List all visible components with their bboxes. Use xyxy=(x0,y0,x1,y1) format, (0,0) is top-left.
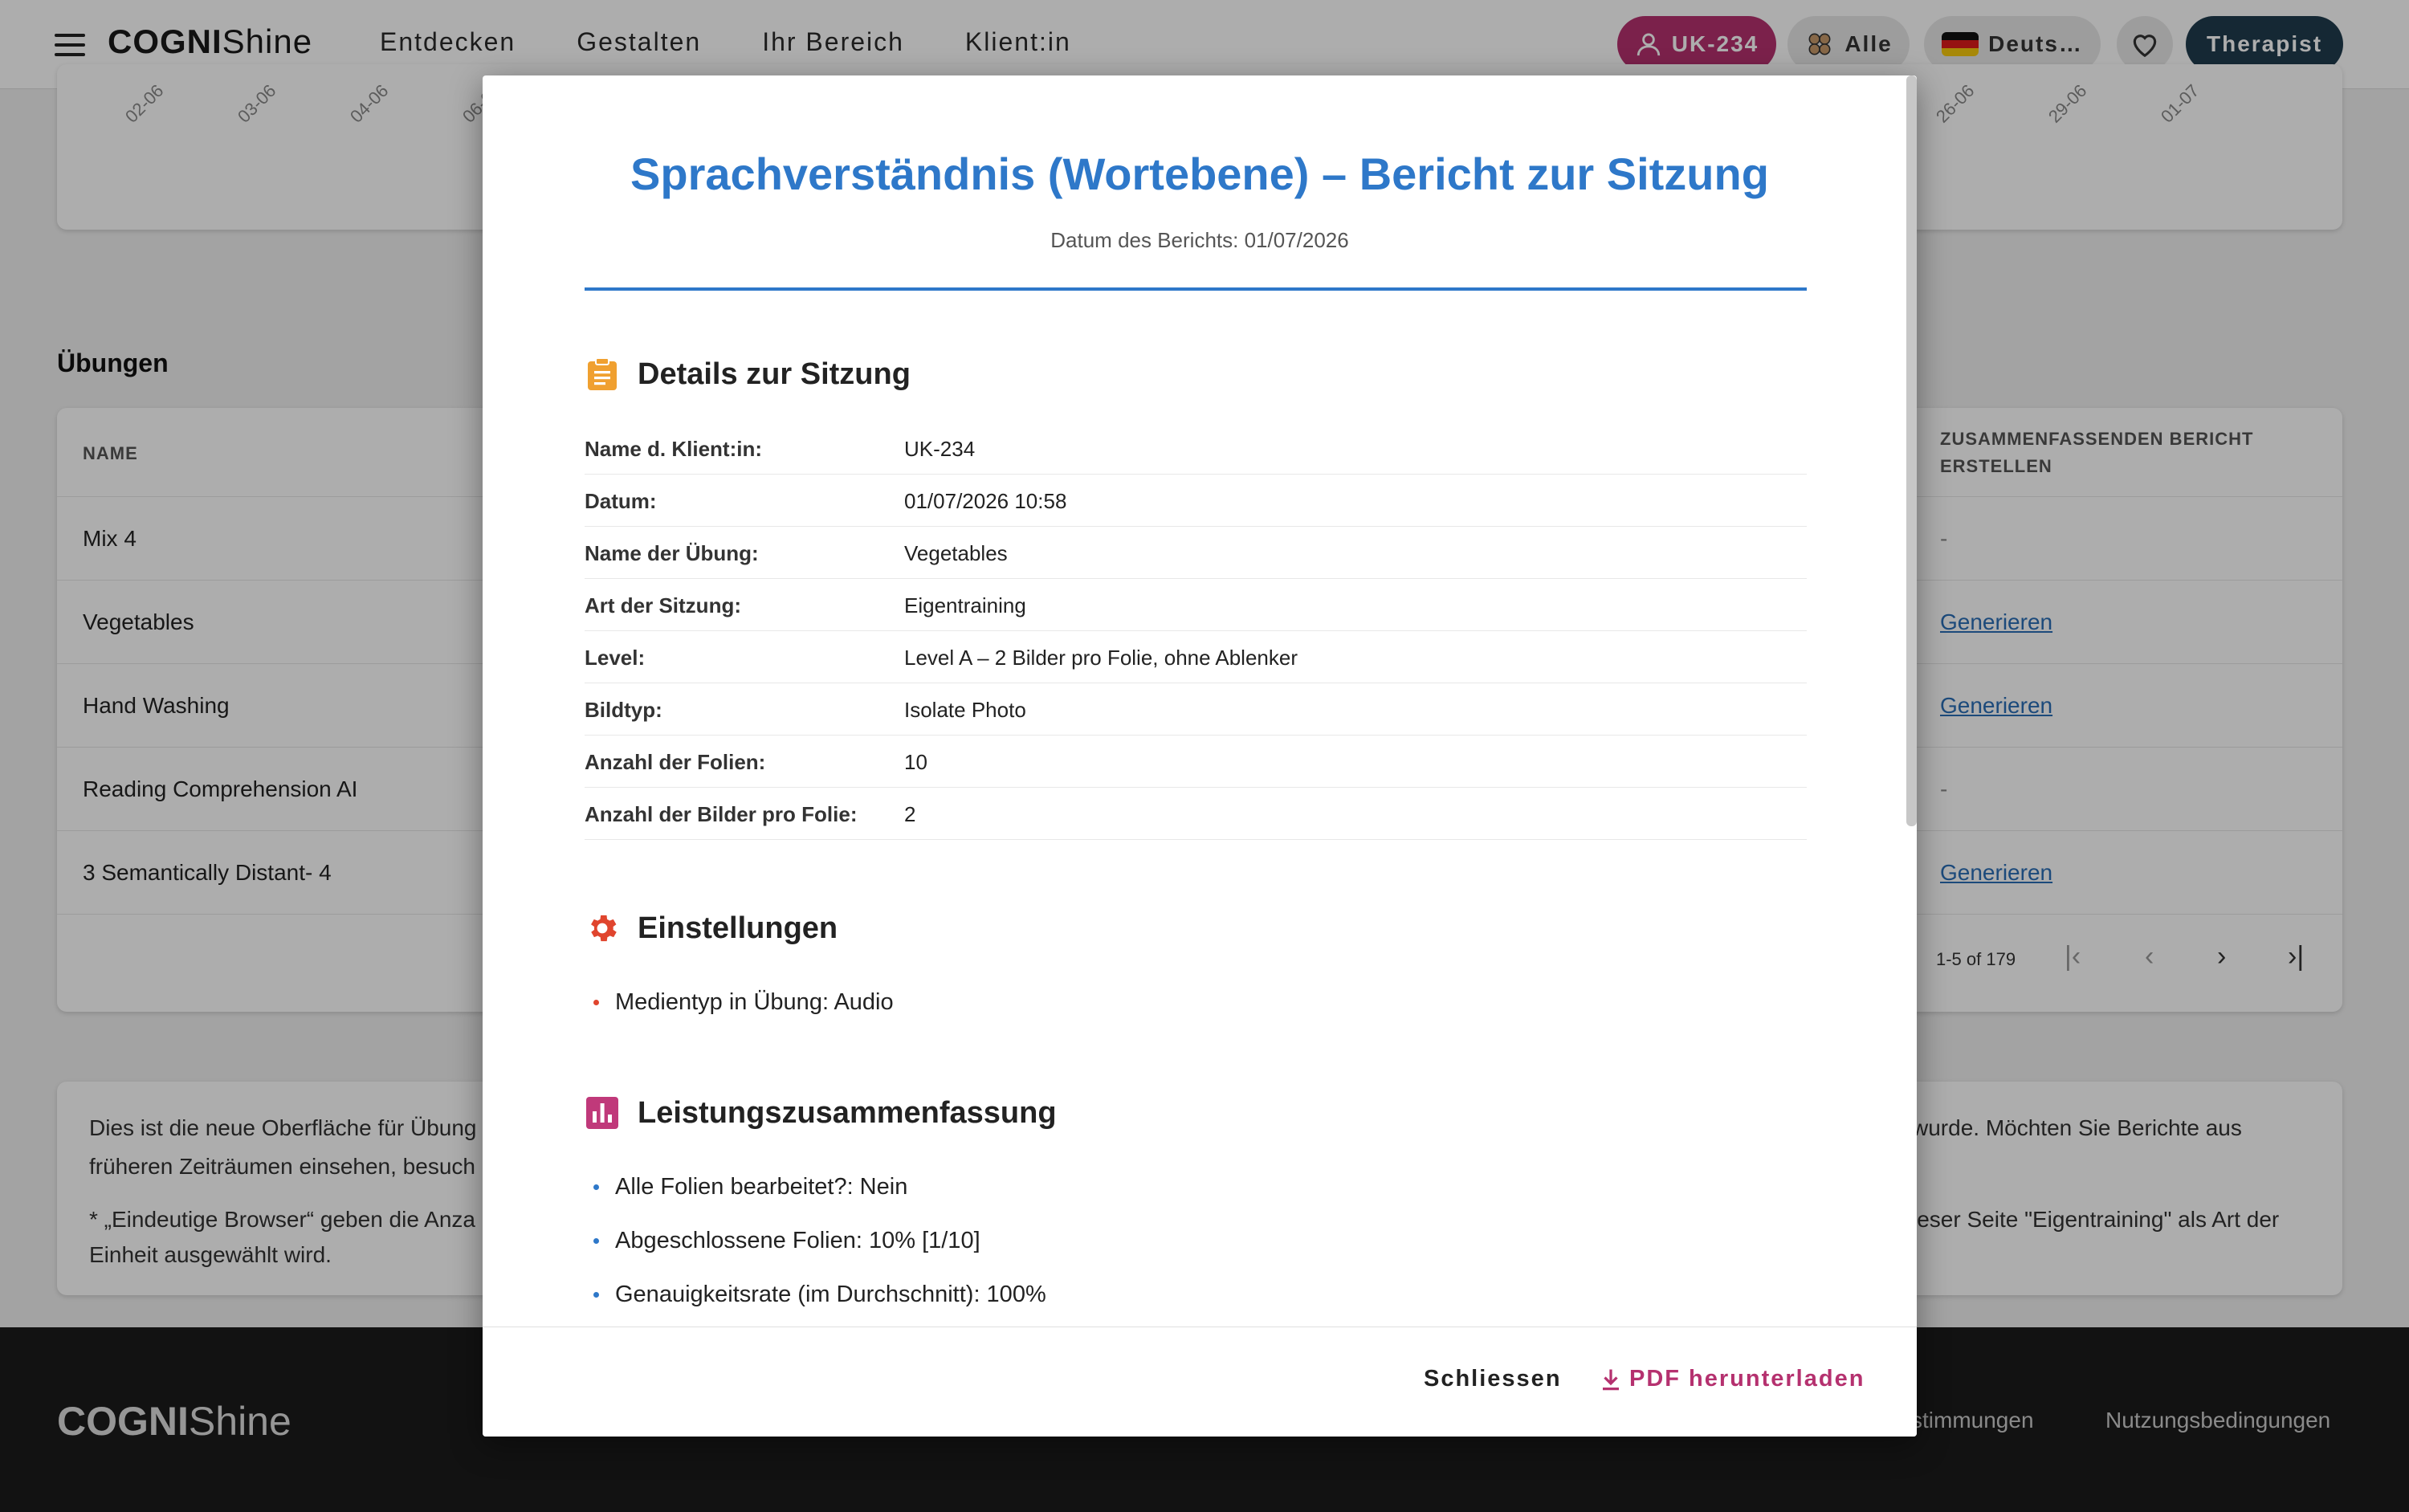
bullet-dot xyxy=(593,1184,599,1190)
performance-item-text: Genauigkeitsrate (im Durchschnitt): 100% xyxy=(615,1282,1046,1307)
details-heading: Details zur Sitzung xyxy=(585,357,911,392)
bullet-dot xyxy=(593,1238,599,1244)
title-divider xyxy=(585,287,1807,291)
download-pdf-button[interactable]: PDF herunterladen xyxy=(1600,1366,1865,1392)
detail-label: Datum: xyxy=(585,489,657,513)
performance-item: Genauigkeitsrate (im Durchschnitt): 100% xyxy=(593,1282,1046,1308)
detail-row: Name d. Klient:in: UK-234 xyxy=(585,422,1807,475)
detail-label: Name der Übung: xyxy=(585,541,759,565)
detail-value: 01/07/2026 10:58 xyxy=(904,489,1067,513)
bar-chart-icon xyxy=(585,1095,620,1131)
detail-row: Name der Übung: Vegetables xyxy=(585,527,1807,579)
performance-item: Alle Folien bearbeitet?: Nein xyxy=(593,1174,907,1200)
dialog-title: Sprachverständnis (Wortebene) – Bericht … xyxy=(630,149,1769,199)
download-pdf-label: PDF herunterladen xyxy=(1629,1366,1865,1392)
performance-heading: Leistungszusammenfassung xyxy=(585,1095,1057,1131)
bullet-dot xyxy=(593,1292,599,1298)
detail-value: 10 xyxy=(904,750,927,774)
detail-label: Level: xyxy=(585,646,646,670)
performance-item-text: Abgeschlossene Folien: 10% [1/10] xyxy=(615,1228,980,1253)
detail-value: UK-234 xyxy=(904,437,976,461)
detail-label: Anzahl der Bilder pro Folie: xyxy=(585,802,858,826)
detail-row: Art der Sitzung: Eigentraining xyxy=(585,579,1807,631)
close-button[interactable]: Schliessen xyxy=(1424,1366,1562,1392)
gear-icon xyxy=(585,911,620,946)
details-heading-text: Details zur Sitzung xyxy=(638,357,911,391)
session-report-dialog: Sprachverständnis (Wortebene) – Bericht … xyxy=(483,75,1917,1437)
detail-value: Eigentraining xyxy=(904,593,1026,617)
detail-row: Bildtyp: Isolate Photo xyxy=(585,683,1807,736)
settings-heading-text: Einstellungen xyxy=(638,911,838,945)
performance-item: Abgeschlossene Folien: 10% [1/10] xyxy=(593,1228,980,1254)
detail-label: Anzahl der Folien: xyxy=(585,750,766,774)
detail-label: Name d. Klient:in: xyxy=(585,437,763,461)
report-date: Datum des Berichts: 01/07/2026 xyxy=(1050,228,1349,252)
detail-value: Level A – 2 Bilder pro Folie, ohne Ablen… xyxy=(904,646,1298,670)
detail-label: Art der Sitzung: xyxy=(585,593,741,617)
detail-value: Isolate Photo xyxy=(904,698,1026,722)
dialog-actions: Schliessen PDF herunterladen xyxy=(483,1327,1917,1437)
detail-value: Vegetables xyxy=(904,541,1008,565)
bullet-dot xyxy=(593,1000,599,1005)
performance-item-text: Alle Folien bearbeitet?: Nein xyxy=(615,1174,908,1200)
detail-value: 2 xyxy=(904,802,916,826)
download-icon xyxy=(1603,1369,1619,1390)
detail-label: Bildtyp: xyxy=(585,698,662,722)
performance-heading-text: Leistungszusammenfassung xyxy=(638,1095,1057,1130)
settings-heading: Einstellungen xyxy=(585,911,838,946)
detail-row: Anzahl der Bilder pro Folie: 2 xyxy=(585,788,1807,840)
settings-item-text: Medientyp in Übung: Audio xyxy=(615,989,894,1015)
detail-row: Level: Level A – 2 Bilder pro Folie, ohne… xyxy=(585,631,1807,683)
settings-item: Medientyp in Übung: Audio xyxy=(593,989,894,1016)
clipboard-icon xyxy=(585,357,620,392)
detail-row: Datum: 01/07/2026 10:58 xyxy=(585,475,1807,527)
detail-row: Anzahl der Folien: 10 xyxy=(585,736,1807,788)
